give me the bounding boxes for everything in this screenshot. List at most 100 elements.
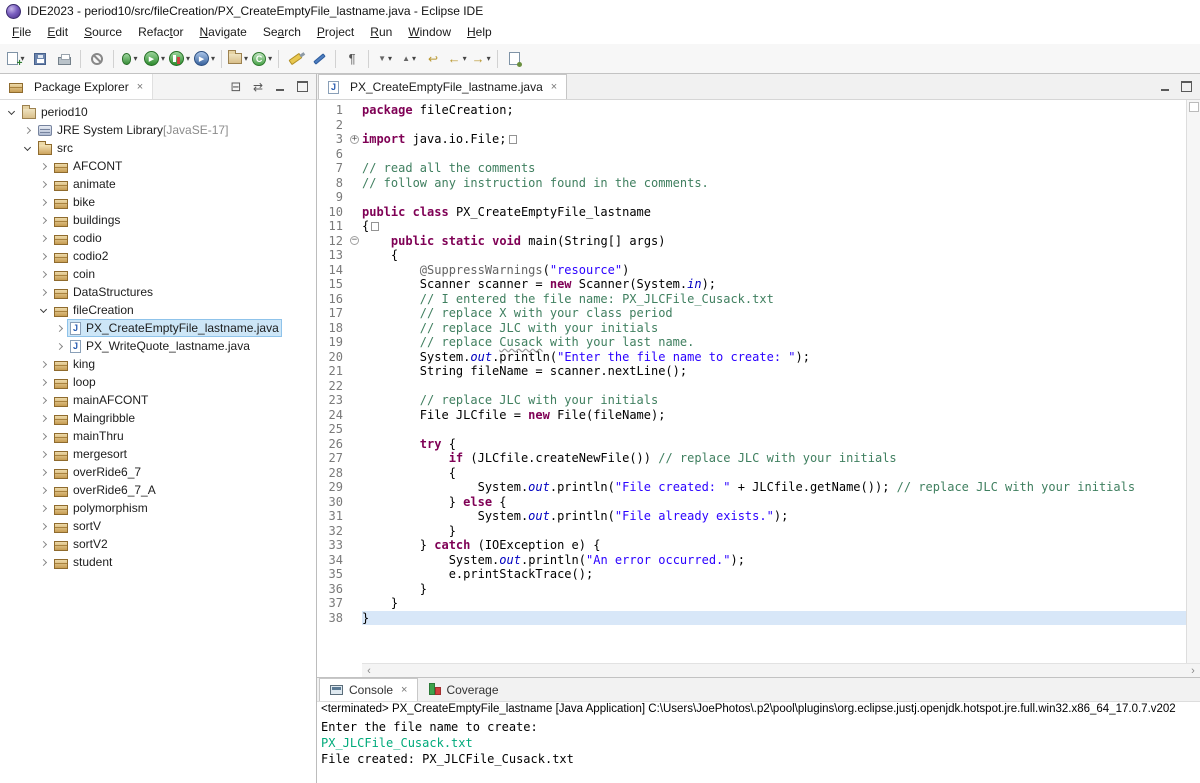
code-line-35[interactable]: 35 e.printStackTrace(); [317, 567, 1186, 582]
line-number[interactable]: 27 [317, 451, 347, 466]
menu-search[interactable]: Search [255, 22, 309, 44]
editor-horizontal-scrollbar[interactable]: ‹ › [362, 663, 1200, 677]
line-number[interactable]: 24 [317, 408, 347, 423]
code-line-7[interactable]: 7// read all the comments [317, 161, 1186, 176]
tree-item-maingribble[interactable]: Maingribble [0, 409, 316, 427]
link-with-editor-icon[interactable] [250, 79, 266, 95]
coverage-button[interactable]: ▾ [167, 47, 192, 71]
expand-arrow-icon[interactable] [36, 488, 51, 493]
maximize-icon[interactable] [294, 79, 310, 95]
menu-navigate[interactable]: Navigate [191, 22, 254, 44]
overview-ruler[interactable] [1186, 100, 1200, 663]
line-number[interactable]: 36 [317, 582, 347, 597]
tree-item-loop[interactable]: loop [0, 373, 316, 391]
code-line-28[interactable]: 28 { [317, 466, 1186, 481]
expand-arrow-icon[interactable] [36, 398, 51, 403]
tree-item-override6-7-a[interactable]: overRide6_7_A [0, 481, 316, 499]
expand-arrow-icon[interactable] [36, 182, 51, 187]
forward-button[interactable]: ▾ [469, 47, 493, 71]
close-icon[interactable]: × [401, 684, 407, 696]
menu-run[interactable]: Run [362, 22, 400, 44]
tree-item-px-createemptyfile-lastname-java[interactable]: PX_CreateEmptyFile_lastname.java [0, 319, 316, 337]
tree-item-student[interactable]: student [0, 553, 316, 571]
expand-arrow-icon[interactable] [36, 470, 51, 475]
scroll-right-icon[interactable]: › [1186, 665, 1200, 677]
tree-item-src[interactable]: src [0, 139, 316, 157]
tree-item-king[interactable]: king [0, 355, 316, 373]
fold-plus-icon[interactable]: + [347, 132, 362, 147]
menu-file[interactable]: File [4, 22, 39, 44]
toggle-mark-occurrences-button[interactable] [307, 47, 331, 71]
show-whitespace-button[interactable] [340, 47, 364, 71]
tree-item-mainthru[interactable]: mainThru [0, 427, 316, 445]
code-line-13[interactable]: 13 { [317, 248, 1186, 263]
menu-refactor[interactable]: Refactor [130, 22, 191, 44]
line-number[interactable]: 29 [317, 480, 347, 495]
print-button[interactable] [52, 47, 76, 71]
tree-item-afcont[interactable]: AFCONT [0, 157, 316, 175]
line-number[interactable]: 16 [317, 292, 347, 307]
tree-item-sortv2[interactable]: sortV2 [0, 535, 316, 553]
line-number[interactable]: 1 [317, 103, 347, 118]
code-line-6[interactable]: 6 [317, 147, 1186, 162]
tree-item-jre-system-library[interactable]: JRE System Library [JavaSE-17] [0, 121, 316, 139]
line-number[interactable]: 3 [317, 132, 347, 147]
code-line-14[interactable]: 14 @SuppressWarnings("resource") [317, 263, 1186, 278]
line-number[interactable]: 2 [317, 118, 347, 133]
tree-item-mergesort[interactable]: mergesort [0, 445, 316, 463]
expand-arrow-icon[interactable] [20, 128, 35, 133]
new-wizard-button[interactable]: ▾ [4, 47, 28, 71]
line-number[interactable]: 26 [317, 437, 347, 452]
expand-arrow-icon[interactable] [36, 416, 51, 421]
package-explorer-tab[interactable]: Package Explorer × [0, 74, 153, 99]
line-number[interactable]: 33 [317, 538, 347, 553]
expand-arrow-icon[interactable] [36, 254, 51, 259]
code-line-34[interactable]: 34 System.out.println("An error occurred… [317, 553, 1186, 568]
line-number[interactable]: 22 [317, 379, 347, 394]
code-line-20[interactable]: 20 System.out.println("Enter the file na… [317, 350, 1186, 365]
code-line-3[interactable]: 3+import java.io.File; [317, 132, 1186, 147]
code-line-21[interactable]: 21 String fileName = scanner.nextLine(); [317, 364, 1186, 379]
menu-project[interactable]: Project [309, 22, 362, 44]
save-button[interactable] [28, 47, 52, 71]
code-line-8[interactable]: 8// follow any instruction found in the … [317, 176, 1186, 191]
line-number[interactable]: 9 [317, 190, 347, 205]
expand-arrow-icon[interactable] [36, 542, 51, 547]
line-number[interactable]: 20 [317, 350, 347, 365]
line-number[interactable]: 25 [317, 422, 347, 437]
tree-item-px-writequote-lastname-java[interactable]: PX_WriteQuote_lastname.java [0, 337, 316, 355]
menu-edit[interactable]: Edit [39, 22, 76, 44]
minimize-icon[interactable] [272, 79, 288, 95]
line-number[interactable]: 37 [317, 596, 347, 611]
last-edit-location-button[interactable] [421, 47, 445, 71]
previous-annotation-button[interactable]: ▾ [397, 47, 421, 71]
line-number[interactable]: 31 [317, 509, 347, 524]
maximize-icon[interactable] [1178, 79, 1194, 95]
line-number[interactable]: 28 [317, 466, 347, 481]
expand-arrow-icon[interactable] [52, 344, 67, 349]
expand-arrow-icon[interactable] [36, 560, 51, 565]
console-tab-console[interactable]: Console× [319, 678, 418, 701]
tree-item-filecreation[interactable]: fileCreation [0, 301, 316, 319]
tree-item-codio2[interactable]: codio2 [0, 247, 316, 265]
tree-item-coin[interactable]: coin [0, 265, 316, 283]
expand-arrow-icon[interactable] [36, 272, 51, 277]
expand-arrow-icon[interactable] [36, 200, 51, 205]
expand-arrow-icon[interactable] [36, 290, 51, 295]
line-number[interactable]: 35 [317, 567, 347, 582]
code-line-19[interactable]: 19 // replace Cusack with your last name… [317, 335, 1186, 350]
line-number[interactable]: 18 [317, 321, 347, 336]
tree-item-polymorphism[interactable]: polymorphism [0, 499, 316, 517]
line-number[interactable]: 14 [317, 263, 347, 278]
close-icon[interactable]: × [137, 81, 143, 93]
collapse-arrow-icon[interactable] [36, 309, 51, 312]
expand-arrow-icon[interactable] [36, 434, 51, 439]
expand-arrow-icon[interactable] [36, 218, 51, 223]
tree-item-mainafcont[interactable]: mainAFCONT [0, 391, 316, 409]
expand-arrow-icon[interactable] [36, 380, 51, 385]
line-number[interactable]: 34 [317, 553, 347, 568]
run-button[interactable]: ▾ [142, 47, 167, 71]
line-number[interactable]: 38 [317, 611, 347, 626]
code-line-36[interactable]: 36 } [317, 582, 1186, 597]
code-line-17[interactable]: 17 // replace X with your class period [317, 306, 1186, 321]
